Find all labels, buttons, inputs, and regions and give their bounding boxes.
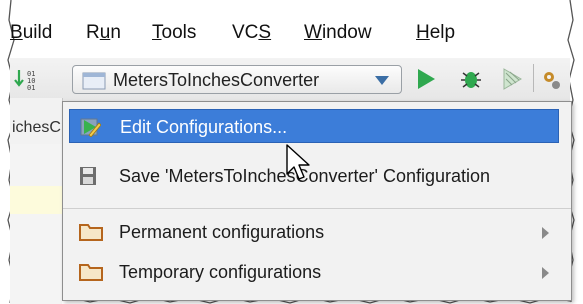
menu-run[interactable]: Run xyxy=(86,22,121,44)
menu-build[interactable]: Build xyxy=(10,22,52,44)
run-icon[interactable] xyxy=(415,67,437,91)
chevron-down-icon xyxy=(375,76,389,85)
toolbar-separator xyxy=(533,64,534,92)
config-window-icon xyxy=(82,72,106,90)
mouse-pointer-icon xyxy=(286,144,310,180)
debug-icon[interactable] xyxy=(458,67,484,91)
menu-bar: Build Run Tools VCS Window Help xyxy=(10,18,570,50)
menu-item-edit-configurations[interactable]: Edit Configurations... xyxy=(69,109,559,143)
editor-tab[interactable]: ichesC xyxy=(10,98,63,144)
sort-icon[interactable]: 01 10 01 xyxy=(14,68,40,90)
menu-window[interactable]: Window xyxy=(304,22,372,44)
menu-tools[interactable]: Tools xyxy=(152,22,196,44)
menu-item-label: Permanent configurations xyxy=(119,222,325,242)
run-config-popup-menu: Edit Configurations... Save 'MetersToInc… xyxy=(62,101,572,301)
folder-icon xyxy=(79,224,103,241)
folder-icon xyxy=(79,264,103,281)
run-config-selector[interactable]: MetersToInchesConverter xyxy=(72,65,402,94)
coverage-icon[interactable] xyxy=(500,67,524,91)
chevron-right-icon xyxy=(542,267,549,279)
menu-item-label: Edit Configurations... xyxy=(120,117,288,137)
svg-text:01: 01 xyxy=(27,84,35,90)
menu-separator xyxy=(63,208,571,209)
editor-tab-label: ichesC xyxy=(12,119,61,136)
chevron-right-icon xyxy=(542,227,549,239)
menu-item-label: Temporary configurations xyxy=(119,262,322,282)
menu-item-permanent-configurations[interactable]: Permanent configurations xyxy=(69,215,559,249)
edit-config-icon xyxy=(80,118,101,137)
toolbar: 01 10 01 MetersToInchesConverter xyxy=(10,58,570,99)
editor-gutter xyxy=(10,144,62,304)
save-icon xyxy=(80,167,96,185)
run-config-label: MetersToInchesConverter xyxy=(113,70,320,90)
menu-vcs[interactable]: VCS xyxy=(232,22,271,44)
settings-icon[interactable] xyxy=(540,68,566,92)
menu-item-temporary-configurations[interactable]: Temporary configurations xyxy=(69,255,559,289)
menu-help[interactable]: Help xyxy=(416,22,455,44)
